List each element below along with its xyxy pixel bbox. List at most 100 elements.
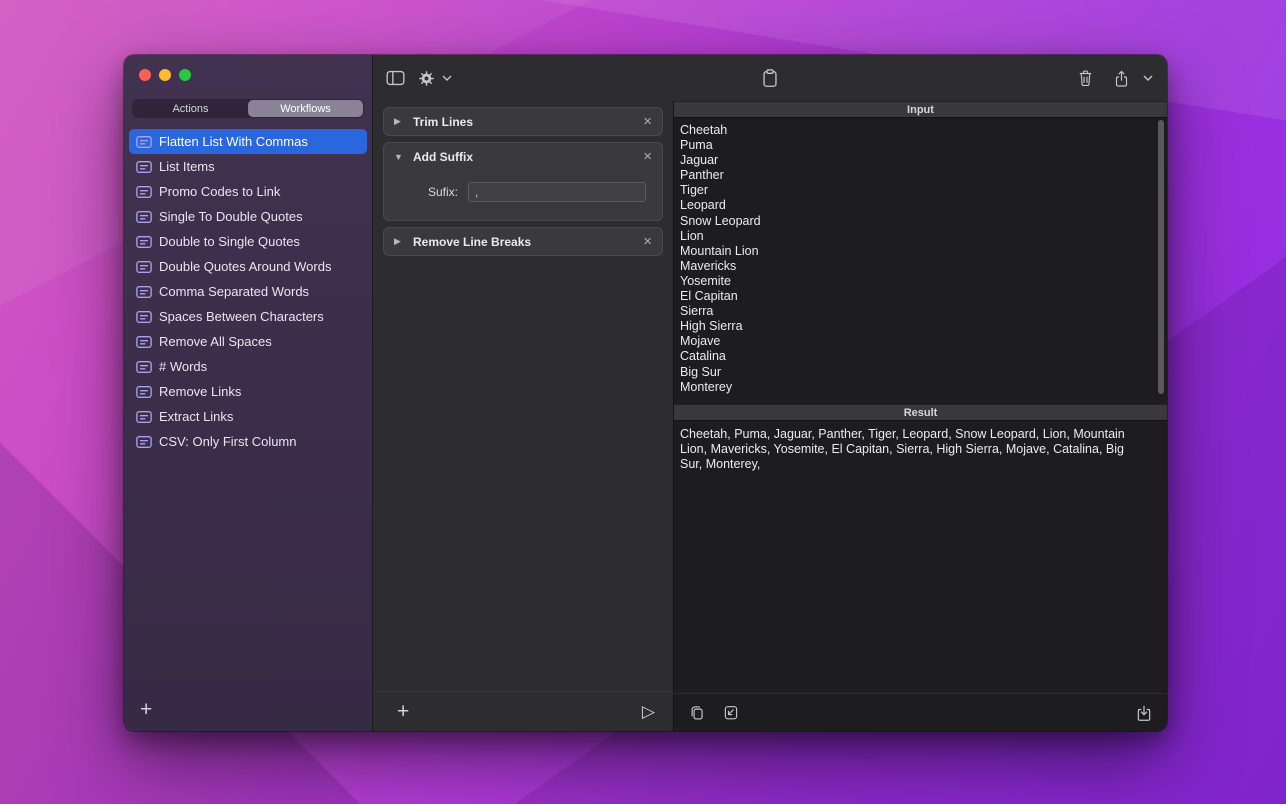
step-header[interactable]: ▶ Remove Line Breaks × bbox=[384, 228, 662, 255]
input-line: Lion bbox=[680, 229, 1157, 244]
sidebar-item-workflow[interactable]: Double to Single Quotes bbox=[129, 229, 367, 254]
sidebar-item-workflow[interactable]: Remove All Spaces bbox=[129, 329, 367, 354]
step-card-remove-line-breaks: ▶ Remove Line Breaks × bbox=[383, 227, 663, 256]
sidebar-item-workflow[interactable]: Extract Links bbox=[129, 404, 367, 429]
disclosure-collapsed-icon: ▶ bbox=[394, 236, 404, 247]
input-text-area[interactable]: Cheetah Puma Jaguar Panther Tiger Leopar… bbox=[674, 118, 1167, 404]
suffix-field[interactable] bbox=[468, 182, 646, 202]
sidebar-item-workflow[interactable]: Promo Codes to Link bbox=[129, 179, 367, 204]
scrollbar[interactable] bbox=[1158, 120, 1164, 394]
toolbar-right bbox=[1077, 69, 1153, 88]
tab-workflows[interactable]: Workflows bbox=[248, 100, 363, 117]
sidebar: Actions Workflows Flatten List With Comm… bbox=[124, 55, 373, 731]
remove-step-button[interactable]: × bbox=[643, 114, 652, 129]
input-header-label: Input bbox=[907, 104, 934, 116]
sidebar-item-label: List Items bbox=[159, 159, 215, 174]
remove-step-button[interactable]: × bbox=[643, 234, 652, 249]
sidebar-item-workflow[interactable]: CSV: Only First Column bbox=[129, 429, 367, 454]
sidebar-item-workflow[interactable]: Comma Separated Words bbox=[129, 279, 367, 304]
remove-step-button[interactable]: × bbox=[643, 149, 652, 164]
sidebar-tabs: Actions Workflows bbox=[132, 99, 364, 118]
result-header-label: Result bbox=[904, 407, 938, 419]
trash-button[interactable] bbox=[1077, 69, 1094, 87]
workflow-icon bbox=[136, 385, 152, 399]
workflow-icon bbox=[136, 210, 152, 224]
workflow-steps-panel: ▶ Trim Lines × ▼ Add Suffix × Sufix: bbox=[373, 101, 674, 731]
workflow-list: Flatten List With Commas List Items bbox=[124, 129, 372, 454]
workflow-icon bbox=[136, 335, 152, 349]
workflow-icon bbox=[136, 135, 152, 149]
add-step-button[interactable]: + bbox=[385, 702, 409, 722]
app-window: Actions Workflows Flatten List With Comm… bbox=[124, 55, 1167, 731]
input-line: Leopard bbox=[680, 198, 1157, 213]
input-line: Catalina bbox=[680, 349, 1157, 364]
chevron-down-icon[interactable] bbox=[1143, 75, 1153, 81]
workflow-icon bbox=[136, 410, 152, 424]
sidebar-item-workflow[interactable]: Remove Links bbox=[129, 379, 367, 404]
use-result-as-input-button[interactable] bbox=[723, 704, 739, 721]
input-header: Input bbox=[674, 101, 1167, 118]
input-line: El Capitan bbox=[680, 289, 1157, 304]
main-area: ▶ Trim Lines × ▼ Add Suffix × Sufix: bbox=[373, 55, 1167, 731]
input-line: Puma bbox=[680, 138, 1157, 153]
step-options: Sufix: bbox=[384, 170, 662, 220]
input-line: Jaguar bbox=[680, 153, 1157, 168]
sidebar-item-label: Remove All Spaces bbox=[159, 334, 272, 349]
toolbar-left bbox=[386, 70, 452, 87]
step-title: Remove Line Breaks bbox=[413, 235, 531, 249]
workflow-icon bbox=[136, 360, 152, 374]
disclosure-collapsed-icon: ▶ bbox=[394, 116, 404, 127]
workflow-icon bbox=[136, 435, 152, 449]
sidebar-item-label: CSV: Only First Column bbox=[159, 434, 297, 449]
content-body: ▶ Trim Lines × ▼ Add Suffix × Sufix: bbox=[373, 101, 1167, 731]
sidebar-item-label: Spaces Between Characters bbox=[159, 309, 324, 324]
sidebar-item-label: Promo Codes to Link bbox=[159, 184, 280, 199]
chevron-down-icon[interactable] bbox=[442, 75, 452, 81]
step-header[interactable]: ▶ Trim Lines × bbox=[384, 108, 662, 135]
tab-actions[interactable]: Actions bbox=[133, 100, 248, 117]
toolbar bbox=[373, 55, 1167, 101]
input-line: Big Sur bbox=[680, 365, 1157, 380]
sidebar-item-label: Remove Links bbox=[159, 384, 241, 399]
sidebar-item-workflow[interactable]: Double Quotes Around Words bbox=[129, 254, 367, 279]
io-footer bbox=[674, 693, 1167, 731]
sidebar-item-workflow[interactable]: Spaces Between Characters bbox=[129, 304, 367, 329]
result-header: Result bbox=[674, 404, 1167, 421]
sidebar-item-workflow[interactable]: Single To Double Quotes bbox=[129, 204, 367, 229]
share-button[interactable] bbox=[1114, 69, 1129, 88]
input-line: Monterey bbox=[680, 380, 1157, 395]
zoom-window-button[interactable] bbox=[179, 69, 191, 81]
input-line: Tiger bbox=[680, 183, 1157, 198]
run-workflow-button[interactable]: ▷ bbox=[642, 702, 661, 722]
add-workflow-button[interactable]: + bbox=[140, 700, 152, 720]
input-line: Mojave bbox=[680, 334, 1157, 349]
workflow-icon bbox=[136, 310, 152, 324]
input-line: Mavericks bbox=[680, 259, 1157, 274]
input-line: Panther bbox=[680, 168, 1157, 183]
result-text: Cheetah, Puma, Jaguar, Panther, Tiger, L… bbox=[674, 421, 1167, 693]
copy-result-button[interactable] bbox=[689, 704, 705, 721]
minimize-window-button[interactable] bbox=[159, 69, 171, 81]
sidebar-toggle-button[interactable] bbox=[386, 70, 405, 86]
input-line: Snow Leopard bbox=[680, 214, 1157, 229]
workflow-icon bbox=[136, 185, 152, 199]
step-header[interactable]: ▼ Add Suffix × bbox=[384, 143, 662, 170]
sidebar-item-label: Double to Single Quotes bbox=[159, 234, 300, 249]
settings-gear-button[interactable] bbox=[418, 70, 435, 87]
workflow-icon bbox=[136, 260, 152, 274]
input-line: Mountain Lion bbox=[680, 244, 1157, 259]
close-window-button[interactable] bbox=[139, 69, 151, 81]
step-card-add-suffix: ▼ Add Suffix × Sufix: bbox=[383, 142, 663, 221]
workflow-icon bbox=[136, 285, 152, 299]
sidebar-item-label: Double Quotes Around Words bbox=[159, 259, 331, 274]
clipboard-button[interactable] bbox=[762, 69, 779, 88]
sidebar-item-workflow[interactable]: Flatten List With Commas bbox=[129, 129, 367, 154]
sidebar-item-workflow[interactable]: List Items bbox=[129, 154, 367, 179]
sidebar-item-workflow[interactable]: # Words bbox=[129, 354, 367, 379]
sidebar-item-label: # Words bbox=[159, 359, 207, 374]
suffix-field-label: Sufix: bbox=[396, 185, 458, 199]
save-result-button[interactable] bbox=[1136, 704, 1152, 722]
input-line: Cheetah bbox=[680, 123, 1157, 138]
sidebar-item-label: Extract Links bbox=[159, 409, 233, 424]
io-panel: Input Cheetah Puma Jaguar Panther Tiger … bbox=[674, 101, 1167, 731]
